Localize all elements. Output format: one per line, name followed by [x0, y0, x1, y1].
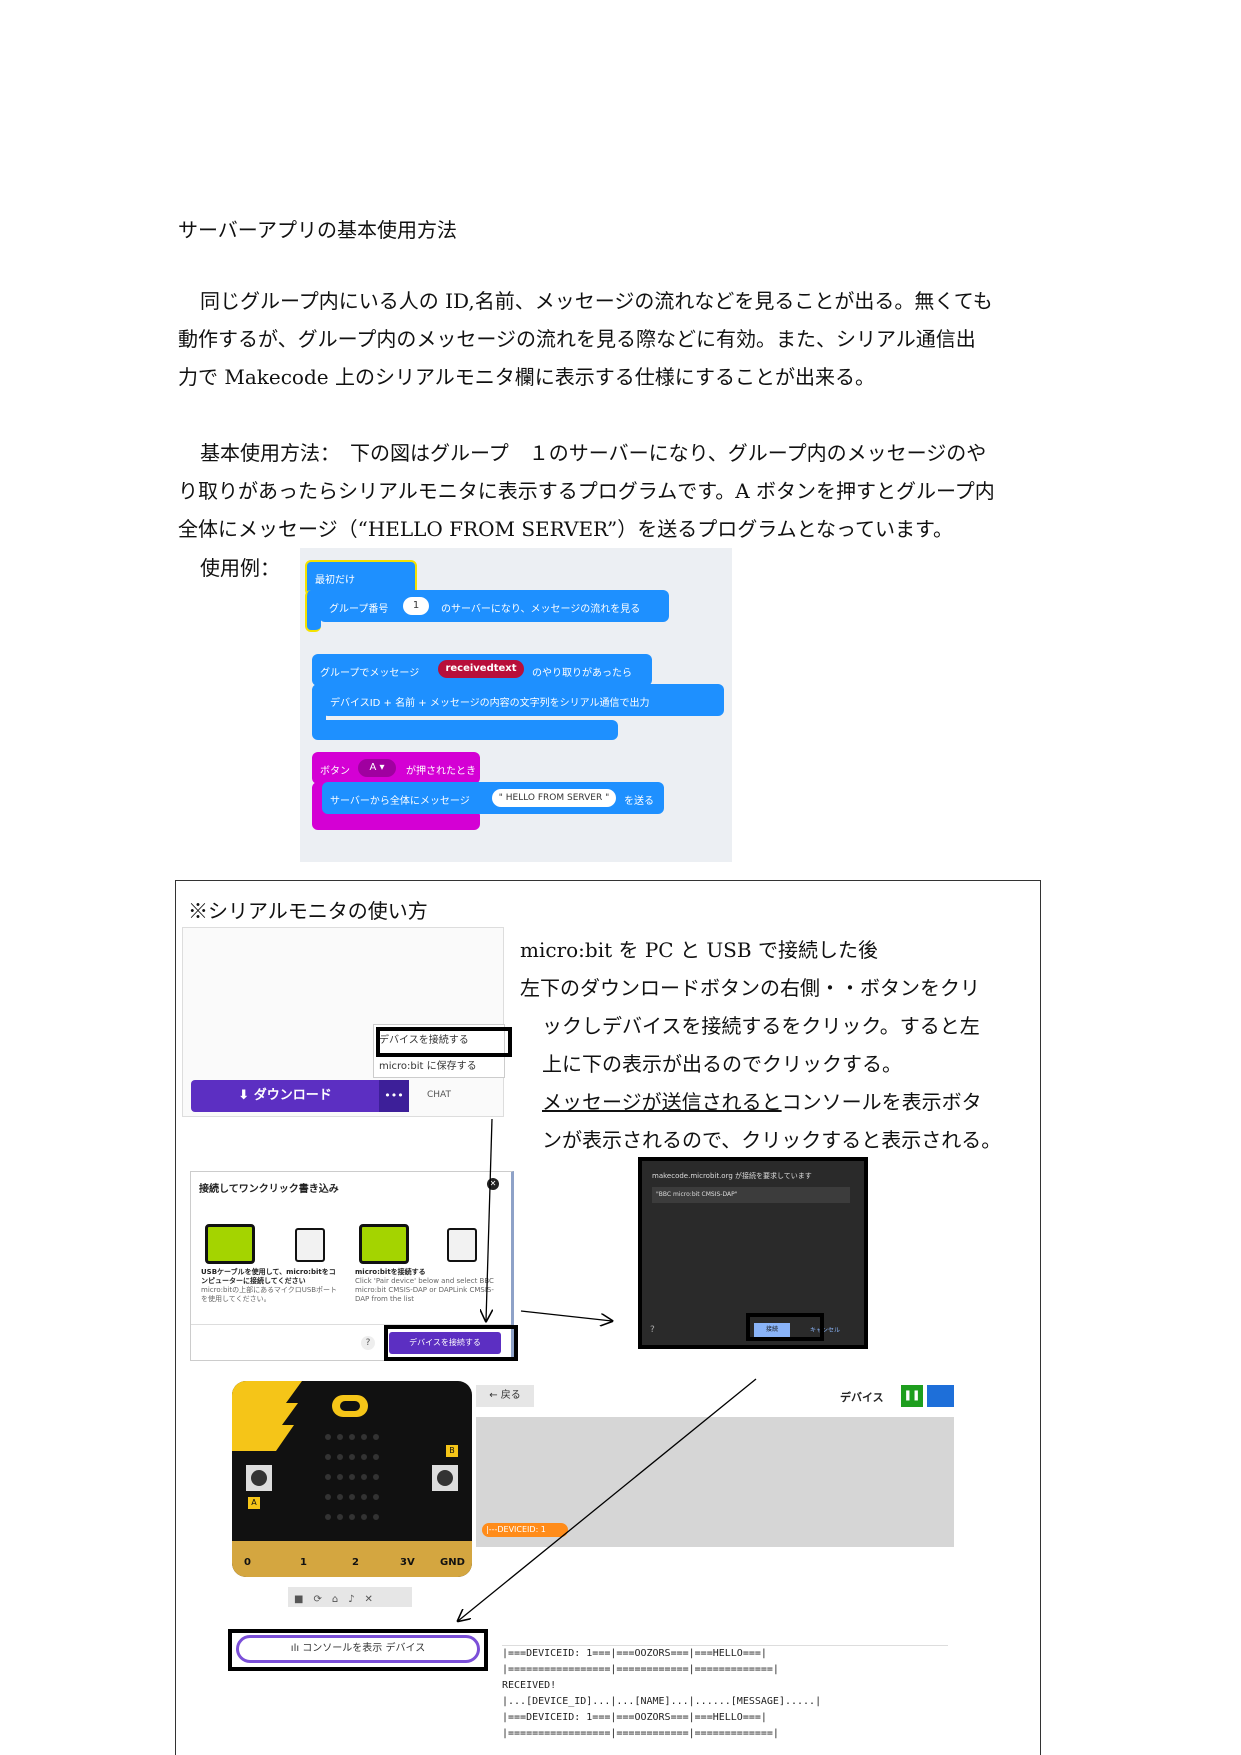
more-button[interactable]: •••: [379, 1080, 409, 1112]
send-suffix: を送る: [624, 796, 654, 807]
button-a-label[interactable]: A: [248, 1497, 260, 1509]
highlight-connect-menu: [376, 1027, 512, 1057]
doc-heading: サーバーアプリの基本使用方法: [178, 218, 457, 242]
microbit-illustration-2: [447, 1228, 477, 1262]
instruction-line: メッセージが送信されるとコンソールを表示ボタ: [542, 1090, 982, 1114]
step1-sub: micro:bitの上部にあるマイクロUSBポートを使用してください。: [201, 1286, 338, 1303]
pause-icon[interactable]: ❚❚: [901, 1385, 923, 1407]
on-message-suffix: のやり取りがあったら: [532, 668, 632, 679]
menu-save-microbit[interactable]: micro:bit に保存する: [379, 1057, 477, 1072]
pin-gnd: GND: [440, 1557, 465, 1568]
chrome-picker-title: makecode.microbit.org が接続を要求しています: [652, 1172, 812, 1180]
instruction-line: 上に下の表示が出るのでクリックする。: [542, 1052, 902, 1076]
step1-title: USBケーブルを使用して、micro:bitをコンピューターに接続してください: [201, 1268, 336, 1285]
close-icon[interactable]: ✕: [487, 1178, 499, 1190]
send-prefix: サーバーから全体にメッセージ: [330, 796, 470, 807]
dialog-help[interactable]: ?: [361, 1336, 375, 1350]
microbit-simulator: A B 0 1 2 3V GND: [232, 1381, 472, 1577]
on-message-label: グループでメッセージ: [320, 668, 420, 679]
button-suffix: が押されたとき: [406, 766, 476, 777]
chrome-help-icon[interactable]: ?: [650, 1325, 655, 1335]
console-line: RECEIVED!: [502, 1680, 557, 1691]
serial-output-label: デバイスID + 名前 + メッセージの内容の文字列をシリアル通信で出力: [330, 698, 650, 709]
device-data-view: ← 戻る デバイス ❚❚ |---DEVICEID: 1: [476, 1381, 954, 1547]
show-console-button[interactable]: ılı コンソールを表示 デバイス: [236, 1635, 480, 1663]
laptop-illustration-1: [205, 1224, 255, 1264]
group-label: グループ番号: [329, 604, 389, 615]
device-tag: |---DEVICEID: 1: [482, 1523, 568, 1537]
microbit-illustration-1: [295, 1228, 325, 1262]
button-b-label[interactable]: B: [446, 1445, 458, 1457]
usage-line: 全体にメッセージ（“HELLO FROM SERVER”）を送るプログラムとなっ…: [178, 517, 954, 541]
device-label: デバイス: [840, 1391, 884, 1404]
download-menu-screenshot: デバイスを接続する micro:bit に保存する ⬇ ダウンロード ••• C…: [182, 927, 505, 1117]
step2-sub: Click 'Pair device' below and select BBC…: [355, 1277, 494, 1303]
download-data-icon[interactable]: [927, 1385, 954, 1407]
laptop-illustration-2: [359, 1224, 409, 1264]
underlined-text: メッセージが送信されると: [542, 1090, 782, 1114]
console-line: |=================|============|========…: [502, 1664, 779, 1675]
monitor-instructions: micro:bit を PC と USB で接続した後 左下のダウンロードボタン…: [520, 931, 1030, 1159]
block-editor-image: 最初だけ グループ番号 1 のサーバーになり、メッセージの流れを見る グループで…: [300, 548, 732, 862]
receivedtext-variable[interactable]: receivedtext: [438, 660, 524, 678]
intro-line: 動作するが、グループ内のメッセージの流れを見る際などに有効。また、シリアル通信出: [178, 327, 976, 351]
download-button[interactable]: ⬇ ダウンロード: [191, 1080, 379, 1112]
example-label: 使用例：: [200, 556, 280, 580]
back-button[interactable]: ← 戻る: [476, 1385, 534, 1407]
step2-text: micro:bitを接続する Click 'Pair device' below…: [355, 1268, 495, 1304]
on-message-block[interactable]: グループでメッセージ receivedtext のやり取りがあったら: [312, 654, 652, 686]
console-output: |===DEVICEID: 1===|===OOZORS===|===HELLO…: [502, 1645, 948, 1746]
usage-line: 基本使用方法： 下の図はグループ １のサーバーになり、グループ内のメッセージのや: [200, 441, 987, 465]
usage-line: り取りがあったらシリアルモニタに表示するプログラムです。A ボタンを押すとグルー…: [178, 479, 995, 503]
on-button-block[interactable]: ボタン A ▾ が押されたとき: [312, 752, 480, 784]
highlight-chrome-connect: [746, 1313, 824, 1341]
group-server-block[interactable]: グループ番号 1 のサーバーになり、メッセージの流れを見る: [319, 590, 669, 622]
intro-line: 同じグループ内にいる人の ID,名前、メッセージの流れなどを見ることが出る。無く…: [200, 289, 993, 313]
instruction-line: ックしデバイスを接続するをクリック。すると左: [542, 1014, 980, 1038]
serial-output-block[interactable]: デバイスID + 名前 + メッセージの内容の文字列をシリアル通信で出力: [322, 684, 724, 716]
group-number-field[interactable]: 1: [403, 597, 429, 615]
serial-monitor-box: ※シリアルモニタの使い方 micro:bit を PC と USB で接続した後…: [175, 880, 1041, 1755]
pin-0: 0: [244, 1557, 251, 1568]
simulator-controls[interactable]: ■⟳⌂♪✕: [288, 1587, 412, 1607]
console-line: |=================|============|========…: [502, 1728, 779, 1739]
step2-title: micro:bitを接続する: [355, 1268, 426, 1276]
pair-dialog-title: 接続してワンクリック書き込み: [199, 1184, 339, 1195]
pin-3v: 3V: [400, 1557, 415, 1568]
highlight-pair-button: [384, 1325, 518, 1361]
intro-paragraph: 同じグループ内にいる人の ID,名前、メッセージの流れなどを見ることが出る。無く…: [178, 282, 1068, 396]
pin-1: 1: [300, 1557, 307, 1568]
button-label: ボタン: [320, 766, 350, 777]
console-line: |===DEVICEID: 1===|===OOZORS===|===HELLO…: [502, 1648, 767, 1659]
instruction-line: 左下のダウンロードボタンの右側・・ボタンをクリ: [520, 976, 980, 1000]
step1-text: USBケーブルを使用して、micro:bitをコンピューターに接続してください …: [201, 1268, 341, 1304]
console-line: |===DEVICEID: 1===|===OOZORS===|===HELLO…: [502, 1712, 767, 1723]
send-message-block[interactable]: サーバーから全体にメッセージ " HELLO FROM SERVER " を送る: [322, 782, 664, 814]
on-start-label: 最初だけ: [315, 575, 355, 586]
console-line: |...[DEVICE_ID]...|...[NAME]...|......[M…: [502, 1696, 822, 1707]
send-text-field[interactable]: " HELLO FROM SERVER ": [492, 789, 616, 807]
usage-paragraph: 基本使用方法： 下の図はグループ １のサーバーになり、グループ内のメッセージのや…: [178, 434, 1068, 548]
chat-label: CHAT: [427, 1090, 452, 1100]
on-message-foot: [312, 720, 618, 740]
pin-2: 2: [352, 1557, 359, 1568]
monitor-title: ※シリアルモニタの使い方: [188, 899, 428, 923]
microbit-art: [232, 1381, 472, 1577]
group-suffix: のサーバーになり、メッセージの流れを見る: [441, 604, 641, 615]
button-dropdown[interactable]: A ▾: [358, 759, 396, 777]
instruction-line: ンが表示されるので、クリックすると表示される。: [542, 1128, 1002, 1152]
intro-line: 力で Makecode 上のシリアルモニタ欄に表示する仕様にすることが出来る。: [178, 365, 875, 389]
chrome-device-item[interactable]: "BBC micro:bit CMSIS-DAP": [652, 1187, 850, 1203]
instruction-line: micro:bit を PC と USB で接続した後: [520, 938, 878, 962]
